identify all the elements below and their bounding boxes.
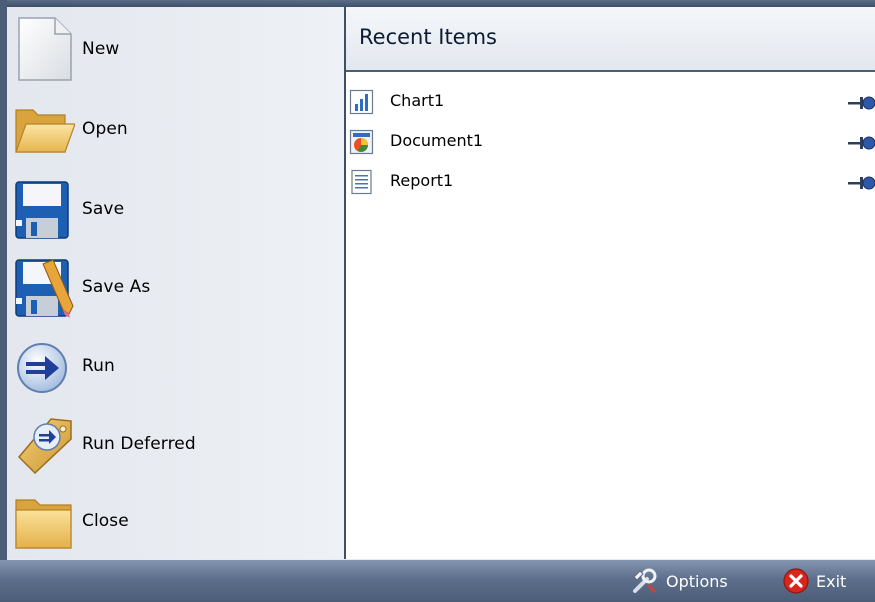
recent-item-label: Report1 [390,171,454,190]
options-button[interactable]: Options [628,560,746,602]
options-tools-icon [633,568,657,594]
close-button[interactable]: Close [7,483,344,559]
open-label: Open [82,119,128,139]
menu-footer: Options Exit [0,560,875,602]
new-label: New [82,39,120,59]
run-button[interactable]: Run [7,328,344,404]
save-button[interactable]: Save [7,171,344,247]
recent-items-pane: Recent Items Chart1 Document1 Report1 [346,7,875,559]
recent-item-document1[interactable]: Document1 [346,125,875,163]
save-as-button[interactable]: Save As [7,249,344,325]
exit-button[interactable]: Exit [778,560,862,602]
application-menu: New Open Save Save As Run Run Deferred C… [0,0,875,602]
floppy-disk-icon [15,181,69,239]
run-arrow-icon [17,343,67,393]
menu-left-border [0,0,7,560]
exit-x-icon [783,568,809,594]
chart-file-icon [349,89,374,115]
run-deferred-button[interactable]: Run Deferred [7,406,344,482]
options-label: Options [666,572,728,591]
report-file-icon [351,169,372,195]
closed-folder-icon [15,499,72,549]
pin-icon[interactable] [846,173,875,193]
exit-label: Exit [816,572,847,591]
recent-item-label: Document1 [390,131,484,150]
new-button[interactable]: New [7,11,344,87]
command-pane: New Open Save Save As Run Run Deferred C… [7,7,346,559]
new-document-icon [18,17,72,81]
save-as-label: Save As [82,277,151,297]
run-deferred-label: Run Deferred [82,434,196,454]
close-label: Close [82,511,129,531]
recent-item-chart1[interactable]: Chart1 [346,85,875,123]
floppy-disk-pencil-icon [15,259,74,318]
run-deferred-tag-icon [17,418,72,475]
open-folder-icon [15,109,75,153]
recent-items-title: Recent Items [359,25,497,49]
open-button[interactable]: Open [7,91,344,167]
document-file-icon [349,129,374,155]
save-label: Save [82,199,125,219]
recent-items-header: Recent Items [346,7,875,72]
pin-icon[interactable] [846,133,875,153]
recent-item-label: Chart1 [390,91,445,110]
menu-top-border [0,0,875,7]
recent-item-report1[interactable]: Report1 [346,165,875,203]
run-label: Run [82,356,115,376]
pin-icon[interactable] [846,93,875,113]
